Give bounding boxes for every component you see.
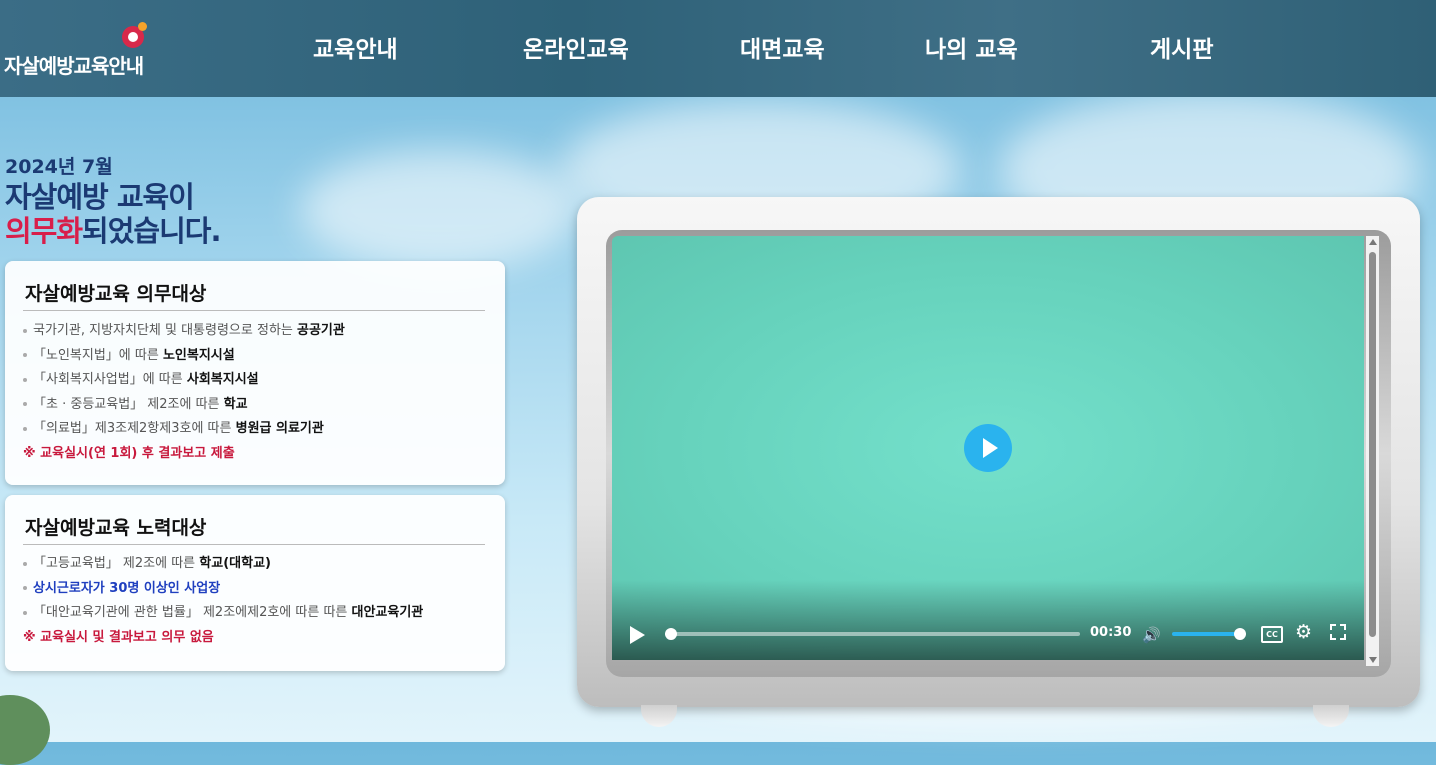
list-item: 「사회복지사업법」에 따른 사회복지시설 — [23, 368, 345, 393]
effort-target-card: 자살예방교육 노력대상 「고등교육법」 제2조에 따른 학교(대학교) 상시근로… — [5, 495, 505, 671]
tree-decoration — [0, 695, 50, 765]
tv-foot-right — [1313, 705, 1349, 727]
captions-button[interactable]: CC — [1261, 626, 1283, 643]
nav-my-education[interactable]: 나의 교육 — [925, 30, 1018, 64]
mandatory-target-card: 자살예방교육 의무대상 국가기관, 지방자치단체 및 대통령령으로 정하는 공공… — [5, 261, 505, 485]
scroll-thumb[interactable] — [1369, 252, 1376, 637]
nav-online-education[interactable]: 온라인교육 — [523, 30, 629, 64]
play-button[interactable] — [630, 626, 645, 644]
hero-line1: 자살예방 교육이 — [5, 180, 195, 214]
list-item: 「의료법」제3조제2항제3호에 따른 병원급 의료기관 — [23, 417, 345, 442]
nav-board[interactable]: 게시판 — [1150, 30, 1213, 64]
volume-icon[interactable]: 🔊 — [1142, 626, 1161, 644]
mandatory-note: ※ 교육실시(연 1회) 후 결과보고 제출 — [23, 445, 235, 461]
site-logo[interactable]: 자살예방교육안내 — [4, 20, 174, 80]
list-item: 국가기관, 지방자치단체 및 대통령령으로 정하는 공공기관 — [23, 319, 345, 344]
video-time: 00:30 — [1090, 625, 1132, 640]
nav-offline-education[interactable]: 대면교육 — [740, 30, 825, 64]
tv-foot-left — [641, 705, 677, 727]
divider — [23, 310, 485, 311]
scroll-down-icon[interactable] — [1369, 657, 1377, 663]
video-controls-bar — [612, 580, 1364, 660]
logo-text: 자살예방교육안내 — [4, 54, 144, 78]
effort-note: ※ 교육실시 및 결과보고 의무 없음 — [23, 629, 214, 645]
big-play-button[interactable] — [964, 424, 1012, 472]
video-player[interactable]: 00:30 🔊 CC ⚙ — [612, 236, 1364, 660]
video-scrollbar[interactable] — [1366, 236, 1379, 666]
scroll-up-icon[interactable] — [1369, 239, 1377, 245]
hero-line2-rest: 되었습니다. — [82, 214, 221, 248]
hero-highlight: 의무화 — [5, 214, 83, 248]
effort-target-list: 「고등교육법」 제2조에 따른 학교(대학교) 상시근로자가 30명 이상인 사… — [23, 552, 423, 650]
logo-leaf-icon — [138, 22, 147, 31]
progress-handle[interactable] — [665, 628, 677, 640]
nav-education-guide[interactable]: 교육안내 — [313, 30, 398, 64]
mandatory-target-list: 국가기관, 지방자치단체 및 대통령령으로 정하는 공공기관 「노인복지법」에 … — [23, 319, 345, 467]
settings-gear-icon[interactable]: ⚙ — [1295, 621, 1312, 643]
cloud — [300, 150, 580, 270]
list-item: 「노인복지법」에 따른 노인복지시설 — [23, 344, 345, 369]
volume-handle[interactable] — [1234, 628, 1246, 640]
divider — [23, 544, 485, 545]
progress-bar[interactable] — [665, 628, 1080, 640]
hero-date: 2024년 7월 — [5, 156, 113, 178]
list-item: 「고등교육법」 제2조에 따른 학교(대학교) — [23, 552, 423, 577]
card-title: 자살예방교육 의무대상 — [25, 283, 207, 305]
fullscreen-icon[interactable] — [1330, 624, 1346, 640]
volume-slider[interactable] — [1172, 628, 1246, 640]
list-item: 상시근로자가 30명 이상인 사업장 — [23, 577, 423, 602]
list-item: 「대안교육기관에 관한 법률」 제2조에제2호에 따른 따른 대안교육기관 — [23, 601, 423, 626]
hero-headline: 자살예방 교육이 의무화되었습니다. — [5, 180, 221, 248]
hero-line2: 의무화되었습니다. — [5, 214, 221, 248]
list-item: 「초 · 중등교육법」 제2조에 따른 학교 — [23, 393, 345, 418]
top-header: 자살예방교육안내 교육안내 온라인교육 대면교육 나의 교육 게시판 — [0, 0, 1436, 97]
card-title: 자살예방교육 노력대상 — [25, 517, 207, 539]
